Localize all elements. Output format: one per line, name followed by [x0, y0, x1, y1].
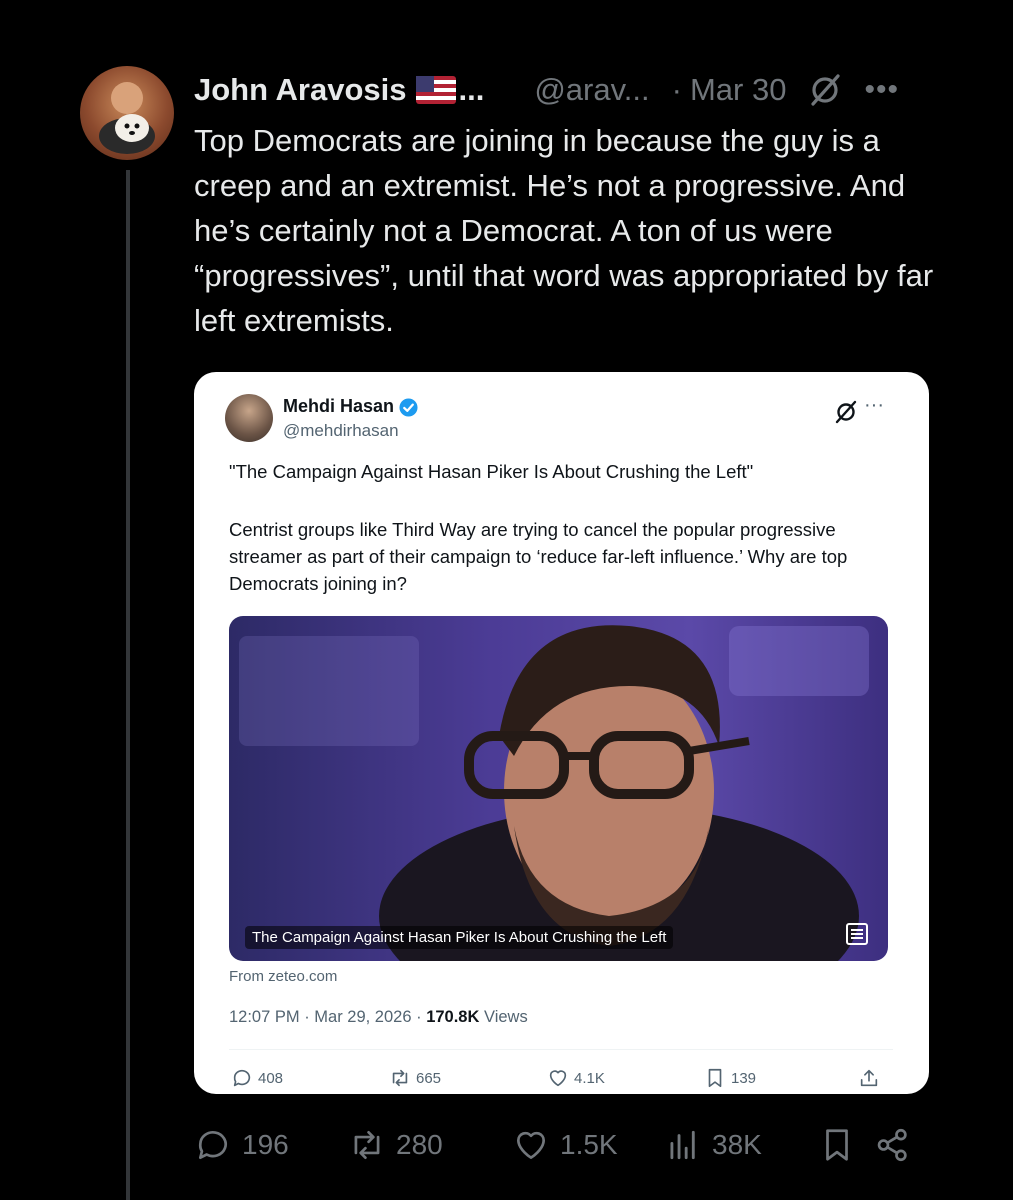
- article-preview-image[interactable]: The Campaign Against Hasan Piker Is Abou…: [229, 616, 888, 961]
- views-button[interactable]: 38K: [664, 1120, 762, 1170]
- grok-icon[interactable]: [808, 73, 842, 107]
- quote-repost-button[interactable]: 665: [389, 1067, 441, 1089]
- media-caption: The Campaign Against Hasan Piker Is Abou…: [245, 926, 674, 949]
- like-button[interactable]: 1.5K: [512, 1120, 618, 1170]
- quote-divider: [229, 1049, 893, 1050]
- thread-line: [126, 170, 130, 1200]
- quote-body: Centrist groups like Third Way are tryin…: [229, 519, 848, 594]
- share-icon: [877, 1128, 907, 1162]
- repost-icon: [354, 1130, 380, 1160]
- author-avatar[interactable]: [80, 66, 174, 160]
- article-icon: [846, 923, 868, 945]
- quote-meta: 12:07 PM · Mar 29, 2026 · 170.8K Views: [229, 1008, 528, 1027]
- quote-repost-count: 665: [416, 1069, 442, 1087]
- author-name[interactable]: John Aravosis: [194, 72, 406, 108]
- quote-timestamp[interactable]: 12:07 PM · Mar 29, 2026 ·: [229, 1008, 426, 1026]
- repost-count: 280: [396, 1129, 443, 1160]
- article-source[interactable]: From zeteo.com: [229, 968, 337, 985]
- more-icon[interactable]: •••: [864, 73, 899, 107]
- bookmark-icon: [708, 1068, 722, 1088]
- like-icon: [516, 1131, 546, 1160]
- reply-button[interactable]: 196: [194, 1120, 289, 1170]
- bookmark-icon: [826, 1129, 848, 1161]
- bookmark-button[interactable]: [818, 1120, 866, 1170]
- repost-icon: [392, 1069, 408, 1087]
- quote-views-count: 170.8K: [426, 1008, 480, 1026]
- tweet-date[interactable]: Mar 30: [690, 72, 786, 108]
- reply-icon: [233, 1069, 251, 1087]
- reply-count: 196: [242, 1129, 289, 1160]
- verified-badge-icon: [399, 398, 418, 417]
- reply-icon: [198, 1131, 227, 1160]
- quote-grok-icon[interactable]: [834, 400, 858, 424]
- quote-author-avatar[interactable]: [225, 394, 273, 442]
- share-button[interactable]: [874, 1120, 922, 1170]
- repost-button[interactable]: 280: [348, 1120, 443, 1170]
- quote-share-button[interactable]: [858, 1067, 885, 1089]
- views-count: 38K: [712, 1129, 762, 1160]
- quote-like-count: 4.1K: [574, 1069, 605, 1087]
- tweet-text: Top Democrats are joining in because the…: [194, 123, 934, 338]
- like-icon: [549, 1070, 567, 1087]
- name-ellipsis: ...: [458, 72, 485, 107]
- quote-like-button[interactable]: 4.1K: [547, 1067, 605, 1089]
- us-flag-icon: [416, 76, 457, 104]
- quote-bookmark-button[interactable]: 139: [704, 1067, 756, 1089]
- views-icon: [670, 1130, 695, 1160]
- quote-headline: "The Campaign Against Hasan Piker Is Abo…: [229, 461, 754, 482]
- quote-reply-count: 408: [258, 1069, 284, 1087]
- quote-author-handle[interactable]: @mehdirhasan: [283, 421, 399, 441]
- like-count: 1.5K: [560, 1129, 618, 1160]
- header-separator: ·: [671, 72, 682, 107]
- upload-icon: [860, 1069, 878, 1087]
- quote-author-name[interactable]: Mehdi Hasan: [283, 396, 394, 417]
- quote-bookmark-count: 139: [731, 1069, 757, 1087]
- quote-reply-button[interactable]: 408: [231, 1067, 283, 1089]
- author-handle[interactable]: @arav...: [534, 72, 649, 108]
- article-photo: [239, 625, 869, 961]
- quote-more-icon[interactable]: ···: [864, 394, 884, 417]
- tweet-header: John Aravosis ... @arav... · Mar 30 •••: [194, 68, 899, 112]
- quote-views-label: Views: [479, 1008, 528, 1026]
- quoted-tweet-card[interactable]: Mehdi Hasan @mehdirhasan ··· "The Campai…: [194, 372, 929, 1094]
